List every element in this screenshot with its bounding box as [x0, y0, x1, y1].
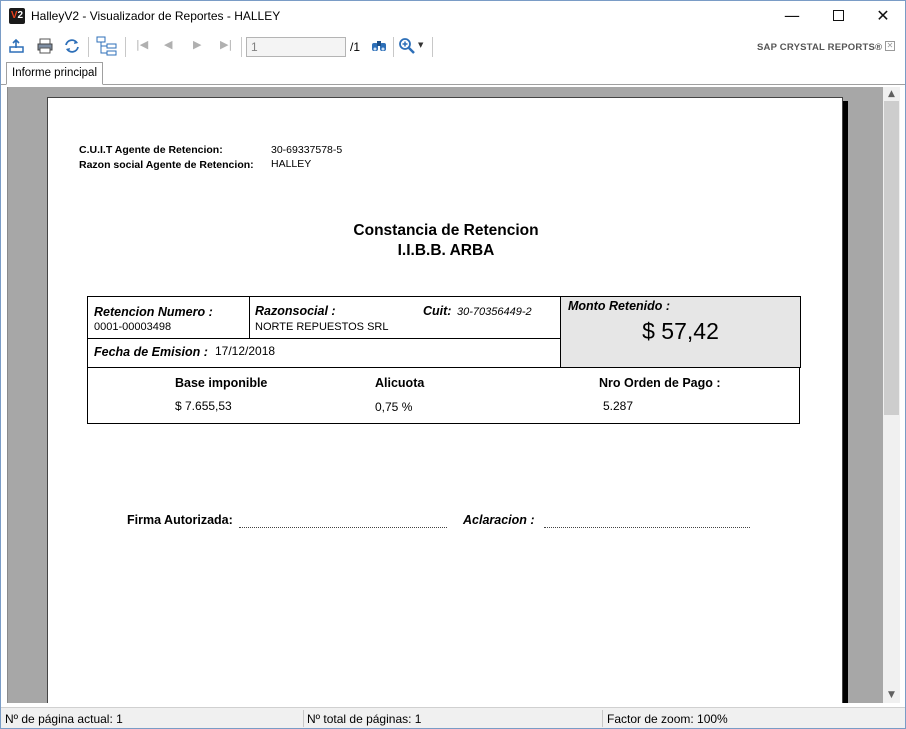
toolbar-separator [432, 37, 433, 57]
print-icon[interactable] [36, 37, 54, 55]
retencion-numero-label: Retencion Numero : [94, 305, 213, 319]
alicuota-value: 0,75 % [375, 400, 413, 414]
cuit-agent-value: 30-69337578-5 [271, 144, 343, 156]
zoom-dropdown-icon[interactable]: ▼ [418, 41, 423, 49]
toolbar: |◀ ◀ ▶ ▶| 1 /1 ▼ SAP CRYSTAL REPORTS® ✕ [1, 32, 905, 60]
base-imponible-value: $ 7.655,53 [175, 399, 232, 413]
prev-page-icon[interactable]: ◀ [164, 38, 172, 51]
vertical-scrollbar[interactable]: ▲ ▼ [883, 87, 900, 703]
find-icon[interactable] [370, 37, 388, 55]
divider [88, 367, 801, 368]
status-separator [303, 710, 304, 727]
close-button[interactable]: ✕ [860, 1, 906, 32]
base-imponible-label: Base imponible [175, 376, 268, 390]
fecha-emision-label: Fecha de Emision : [94, 345, 208, 359]
first-page-icon[interactable]: |◀ [136, 38, 148, 51]
scroll-down-icon[interactable]: ▼ [883, 688, 900, 702]
maximize-icon [832, 10, 844, 21]
tab-informe-principal[interactable]: Informe principal [6, 62, 104, 85]
aclaracion-label: Aclaracion : [463, 513, 535, 527]
refresh-icon[interactable] [63, 37, 81, 55]
toolbar-separator [393, 37, 394, 57]
status-zoom: Factor de zoom: 100% [607, 712, 728, 726]
cuit-label: Cuit: [423, 304, 452, 318]
zoom-icon[interactable] [398, 37, 416, 55]
cuit-agent-label: C.U.I.T Agente de Retencion: [79, 144, 223, 156]
razon-agent-value: HALLEY [271, 158, 312, 170]
report-page: C.U.I.T Agente de Retencion: 30-69337578… [47, 97, 843, 703]
page-total: /1 [350, 40, 361, 54]
firma-label: Firma Autorizada: [127, 513, 233, 527]
razonsocial-label: Razonsocial : [255, 304, 336, 318]
scroll-thumb[interactable] [884, 101, 899, 415]
next-page-icon[interactable]: ▶ [193, 38, 201, 51]
status-separator [602, 710, 603, 727]
cuit-value: 30-70356449-2 [457, 306, 532, 318]
close-tab-icon[interactable]: ✕ [885, 41, 895, 51]
firma-line [239, 527, 447, 528]
report-canvas[interactable]: C.U.I.T Agente de Retencion: 30-69337578… [7, 87, 883, 703]
last-page-icon[interactable]: ▶| [220, 38, 232, 51]
title-bar: V2 HalleyV2 - Visualizador de Reportes -… [1, 1, 905, 32]
retention-box: Monto Retenido : $ 57,42 Retencion Numer… [87, 296, 801, 424]
alicuota-label: Alicuota [375, 376, 425, 390]
monto-retenido-box: Monto Retenido : $ 57,42 [560, 296, 801, 368]
app-icon: V2 [9, 8, 25, 24]
document-subtitle: I.I.B.B. ARBA [397, 242, 495, 259]
aclaracion-line [544, 527, 750, 528]
report-viewer-window: V2 HalleyV2 - Visualizador de Reportes -… [0, 0, 906, 729]
status-total-pages: Nº total de páginas: 1 [307, 712, 422, 726]
page-number-input[interactable]: 1 [246, 37, 346, 57]
toolbar-separator [125, 37, 126, 57]
razon-agent-label: Razon social Agente de Retencion: [79, 159, 254, 171]
scroll-up-icon[interactable]: ▲ [883, 87, 900, 101]
monto-label: Monto Retenido : [568, 299, 671, 313]
retencion-numero-value: 0001-00003498 [94, 321, 172, 333]
tab-strip: Informe principal [1, 60, 905, 85]
minimize-button[interactable]: — [769, 1, 815, 32]
divider [88, 338, 560, 339]
status-current-page: Nº de página actual: 1 [5, 712, 123, 726]
document-title: Constancia de Retencion [353, 222, 539, 239]
monto-value: $ 57,42 [642, 318, 719, 344]
orden-pago-value: 5.287 [603, 399, 634, 413]
group-tree-icon[interactable] [96, 36, 118, 58]
divider [249, 297, 250, 338]
sap-crystal-logo: SAP CRYSTAL REPORTS® [757, 42, 883, 53]
toolbar-separator [88, 37, 89, 57]
razonsocial-value: NORTE REPUESTOS SRL [255, 321, 389, 333]
status-bar: Nº de página actual: 1 Nº total de págin… [1, 707, 905, 728]
window-title: HalleyV2 - Visualizador de Reportes - HA… [31, 9, 281, 23]
orden-pago-label: Nro Orden de Pago : [599, 376, 721, 390]
maximize-button[interactable] [815, 1, 861, 32]
fecha-emision-value: 17/12/2018 [215, 344, 276, 358]
toolbar-separator [241, 37, 242, 57]
export-icon[interactable] [8, 37, 26, 55]
